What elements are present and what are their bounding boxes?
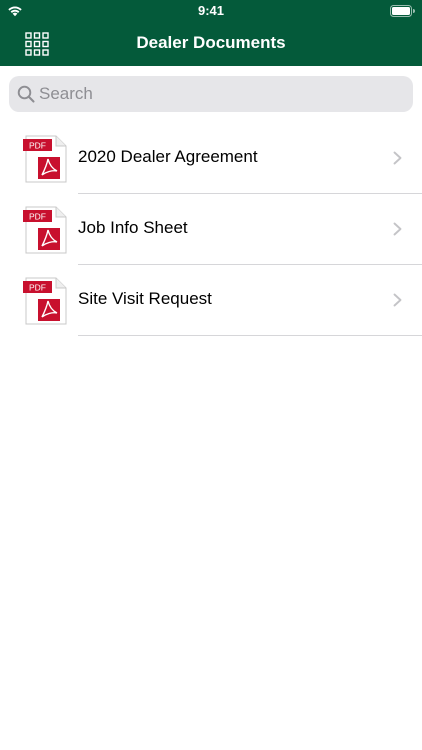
chevron-right-icon [393, 293, 402, 307]
status-bar: 9:41 [0, 0, 422, 22]
screen: 9:41 Dealer Documents Search PDF 2020 De… [0, 0, 422, 750]
grid-menu-button[interactable] [23, 30, 51, 58]
wifi-icon [8, 6, 22, 17]
pdf-badge: PDF [29, 212, 46, 222]
list-item[interactable]: PDF 2020 Dealer Agreement [0, 123, 422, 194]
list-item-title: Site Visit Request [78, 289, 212, 308]
list-item[interactable]: PDF Job Info Sheet [0, 194, 422, 265]
search-bar[interactable] [9, 76, 413, 112]
list-item-title: Job Info Sheet [78, 218, 188, 237]
document-list: PDF 2020 Dealer Agreement PDF Job Info S… [0, 123, 422, 336]
chevron-right-icon [393, 222, 402, 236]
list-item-title: 2020 Dealer Agreement [78, 147, 258, 166]
pdf-icon: PDF [23, 277, 67, 325]
pdf-icon: PDF [23, 135, 67, 183]
header: 9:41 Dealer Documents [0, 0, 422, 66]
search-icon [17, 85, 35, 103]
status-time: 9:41 [197, 3, 225, 18]
page-title: Dealer Documents [136, 33, 286, 52]
battery-icon [390, 5, 415, 17]
pdf-badge: PDF [29, 141, 46, 151]
grid-icon [25, 32, 49, 56]
pdf-badge: PDF [29, 283, 46, 293]
pdf-icon: PDF [23, 206, 67, 254]
search-input[interactable] [39, 76, 399, 112]
separator [78, 335, 422, 336]
list-item[interactable]: PDF Site Visit Request [0, 265, 422, 336]
chevron-right-icon [393, 151, 402, 165]
nav-bar: Dealer Documents [0, 22, 422, 66]
